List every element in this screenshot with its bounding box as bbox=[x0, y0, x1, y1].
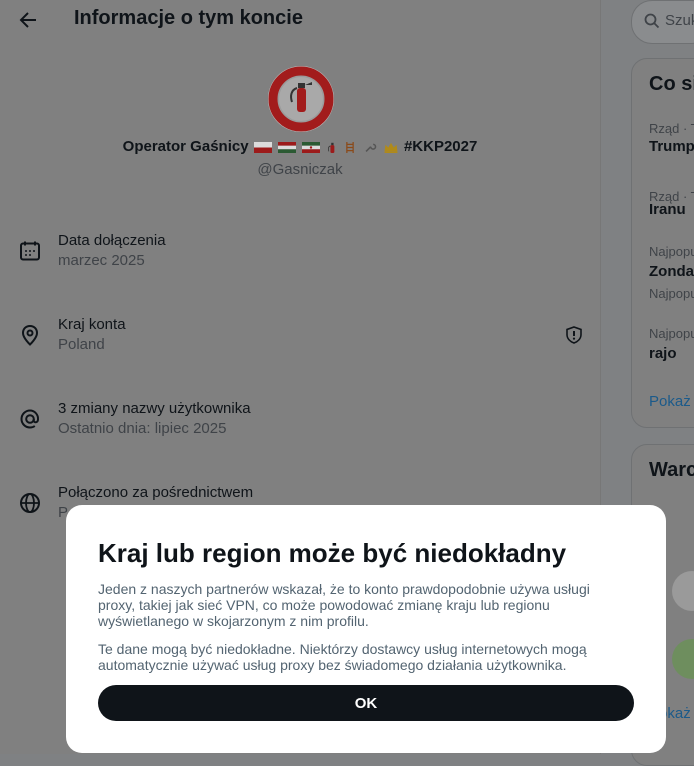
dialog-body-paragraph: Jeden z naszych partnerów wskazał, że to… bbox=[98, 581, 590, 629]
ok-button[interactable]: OK bbox=[98, 685, 634, 721]
dialog-title: Kraj lub region może być niedokładny bbox=[98, 538, 567, 568]
dialog-body-paragraph: Te dane mogą być niedokładne. Niektórzy … bbox=[98, 641, 587, 673]
vpn-warning-dialog: Kraj lub region może być niedokładny Jed… bbox=[66, 505, 666, 753]
